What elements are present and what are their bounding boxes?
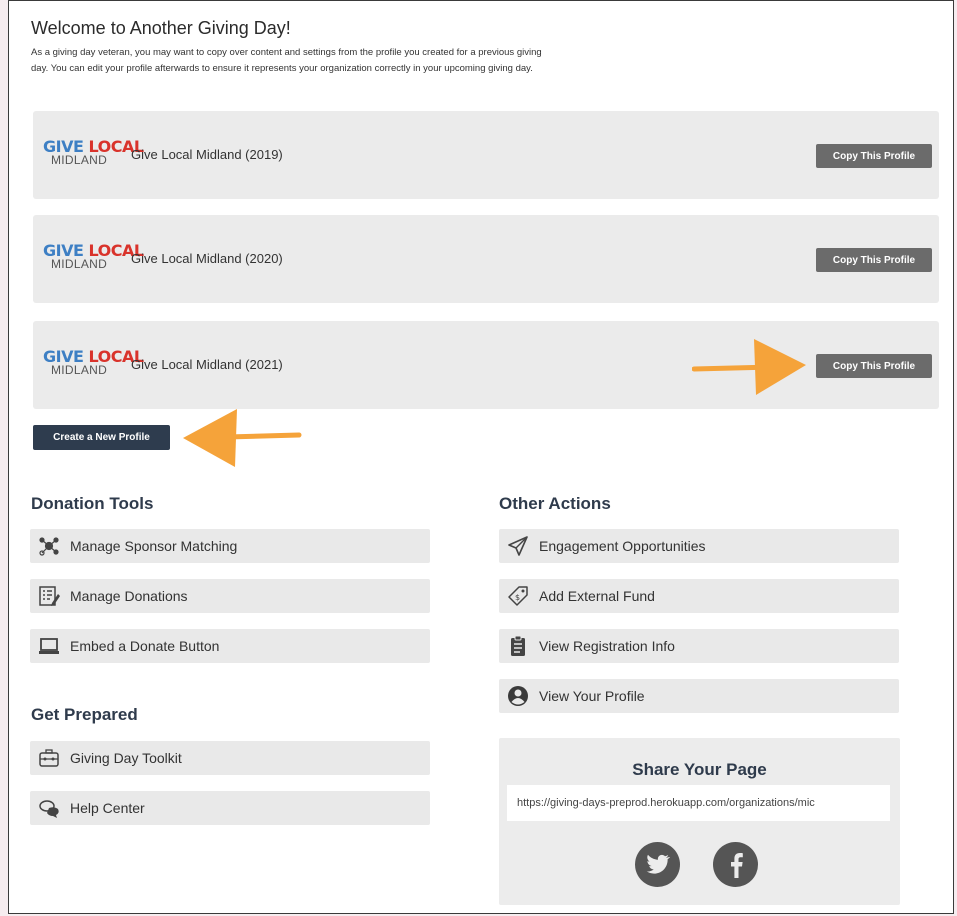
other-actions-heading: Other Actions bbox=[499, 494, 611, 513]
tool-label: Manage Sponsor Matching bbox=[70, 538, 238, 554]
page-frame: Welcome to Another Giving Day! As a givi… bbox=[8, 0, 954, 914]
embed-donate-button-button[interactable]: Embed a Donate Button bbox=[30, 629, 430, 663]
copy-profile-button-2021[interactable]: Copy This Profile bbox=[816, 354, 932, 378]
tool-label: Embed a Donate Button bbox=[70, 638, 220, 654]
tool-label: Engagement Opportunities bbox=[539, 538, 706, 554]
intro-line-1: As a giving day veteran, you may want to… bbox=[31, 47, 542, 58]
engagement-opportunities-button[interactable]: Engagement Opportunities bbox=[499, 529, 899, 563]
page-title: Welcome to Another Giving Day! bbox=[31, 18, 291, 38]
profile-card-2020: GIVE LOCAL MIDLAND Give Local Midland (2… bbox=[33, 215, 939, 303]
profile-name: Give Local Midland (2020) bbox=[131, 251, 283, 266]
view-registration-info-button[interactable]: View Registration Info bbox=[499, 629, 899, 663]
arrow-right-annotation-icon bbox=[692, 339, 806, 395]
copy-profile-button-2019[interactable]: Copy This Profile bbox=[816, 144, 932, 168]
tool-label: Help Center bbox=[70, 800, 145, 816]
arrow-left-annotation-icon bbox=[183, 409, 302, 467]
manage-donations-button[interactable]: Manage Donations bbox=[30, 579, 430, 613]
profile-name: Give Local Midland (2021) bbox=[131, 357, 283, 372]
give-local-midland-logo: GIVE LOCAL MIDLAND bbox=[43, 137, 144, 168]
tool-label: Giving Day Toolkit bbox=[70, 750, 182, 766]
tool-label: Add External Fund bbox=[539, 588, 655, 604]
add-external-fund-button[interactable]: $ Add External Fund bbox=[499, 579, 899, 613]
view-your-profile-button[interactable]: View Your Profile bbox=[499, 679, 899, 713]
give-local-midland-logo: GIVE LOCAL MIDLAND bbox=[43, 347, 144, 378]
chat-bubbles-icon bbox=[38, 797, 60, 819]
help-center-button[interactable]: Help Center bbox=[30, 791, 430, 825]
laptop-icon bbox=[38, 635, 60, 657]
tool-label: Manage Donations bbox=[70, 588, 188, 604]
intro-line-2: day. You can edit your profile afterward… bbox=[31, 63, 533, 74]
intro-text: As a giving day veteran, you may want to… bbox=[31, 45, 651, 77]
paper-plane-icon bbox=[507, 535, 529, 557]
manage-sponsor-matching-button[interactable]: Manage Sponsor Matching bbox=[30, 529, 430, 563]
tag-icon: $ bbox=[507, 585, 529, 607]
tool-label: View Registration Info bbox=[539, 638, 675, 654]
profile-card-2019: GIVE LOCAL MIDLAND Give Local Midland (2… bbox=[33, 111, 939, 199]
create-new-profile-button[interactable]: Create a New Profile bbox=[33, 425, 170, 450]
tool-label: View Your Profile bbox=[539, 688, 645, 704]
share-url-input[interactable] bbox=[507, 785, 890, 821]
share-panel: Share Your Page bbox=[499, 738, 900, 905]
profile-name: Give Local Midland (2019) bbox=[131, 147, 283, 162]
give-local-midland-logo: GIVE LOCAL MIDLAND bbox=[43, 241, 144, 272]
twitter-icon[interactable] bbox=[635, 842, 680, 887]
giving-day-toolkit-button[interactable]: Giving Day Toolkit bbox=[30, 741, 430, 775]
share-heading: Share Your Page bbox=[632, 760, 767, 779]
clipboard-icon bbox=[507, 635, 529, 657]
svg-text:$: $ bbox=[515, 593, 520, 602]
sponsor-network-icon bbox=[38, 535, 60, 557]
donations-list-icon bbox=[38, 585, 60, 607]
donation-tools-heading: Donation Tools bbox=[31, 494, 154, 513]
user-circle-icon bbox=[507, 685, 529, 707]
get-prepared-heading: Get Prepared bbox=[31, 705, 138, 724]
toolkit-icon bbox=[38, 747, 60, 769]
copy-profile-button-2020[interactable]: Copy This Profile bbox=[816, 248, 932, 272]
facebook-icon[interactable] bbox=[713, 842, 758, 887]
